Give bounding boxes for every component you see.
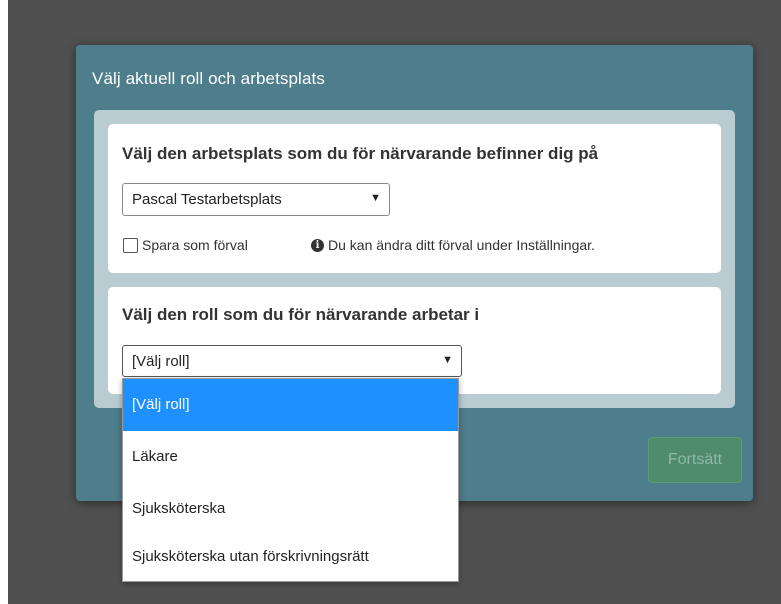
chevron-down-icon: ▼ — [370, 192, 381, 204]
role-option-sjukskoterska-utan-forskrivningsratt[interactable]: Sjuksköterska utan förskrivningsrätt — [123, 531, 458, 583]
continue-button[interactable]: Fortsätt — [648, 437, 742, 483]
save-default-row[interactable]: Spara som förval — [123, 237, 248, 253]
modal-body: Välj den arbetsplats som du för närvaran… — [94, 110, 735, 408]
role-select[interactable]: [Välj roll] ▼ — [122, 345, 462, 377]
info-icon: i — [311, 238, 324, 252]
workplace-heading: Välj den arbetsplats som du för närvaran… — [122, 144, 599, 163]
left-edge-strip — [0, 0, 8, 604]
info-text: Du kan ändra ditt förval under Inställni… — [328, 237, 595, 253]
chevron-down-icon: ▼ — [442, 354, 453, 366]
workplace-select[interactable]: Pascal Testarbetsplats ▼ — [122, 183, 390, 216]
save-default-label: Spara som förval — [142, 237, 248, 253]
workplace-card: Välj den arbetsplats som du för närvaran… — [108, 124, 721, 273]
role-option-select-role[interactable]: [Välj roll] — [123, 379, 458, 431]
role-dropdown-list: [Välj roll] Läkare Sjuksköterska Sjukskö… — [122, 378, 459, 582]
info-note: i Du kan ändra ditt förval under Inställ… — [311, 237, 595, 253]
role-heading: Välj den roll som du för närvarande arbe… — [122, 305, 480, 324]
save-default-checkbox[interactable] — [123, 237, 138, 253]
role-option-sjukskoterska[interactable]: Sjuksköterska — [123, 483, 458, 535]
workplace-select-value: Pascal Testarbetsplats — [132, 191, 282, 208]
role-option-lakare[interactable]: Läkare — [123, 431, 458, 483]
role-select-value: [Välj roll] — [132, 353, 190, 370]
modal-title: Välj aktuell roll och arbetsplats — [92, 69, 325, 88]
